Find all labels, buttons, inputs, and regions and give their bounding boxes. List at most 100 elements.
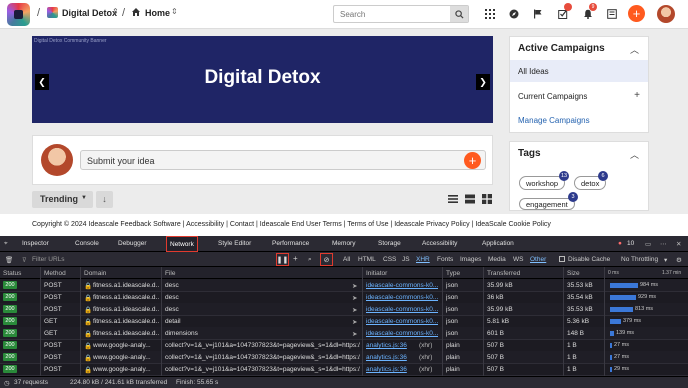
request-initiator[interactable]: analytics.js:36: [366, 366, 407, 373]
initiator-arrow-icon: ➤: [352, 319, 358, 326]
col-type[interactable]: Type: [446, 270, 460, 277]
request-initiator[interactable]: ideascale-commons-k0...: [366, 306, 438, 313]
add-request-icon[interactable]: +: [293, 254, 298, 263]
submit-idea-button[interactable]: +: [464, 152, 481, 169]
hero-title: Digital Detox: [204, 67, 321, 88]
tab-storage[interactable]: Storage: [378, 240, 401, 247]
tab-inspector[interactable]: Inspector: [22, 240, 49, 247]
filter-urls-input[interactable]: Filter URLs: [32, 256, 65, 263]
expand-plus-icon[interactable]: +: [634, 90, 640, 101]
tab-application[interactable]: Application: [482, 240, 514, 247]
lock-icon: 🔒: [84, 355, 93, 362]
home-link[interactable]: Home: [145, 8, 170, 18]
search-button[interactable]: [450, 6, 468, 22]
submit-idea-input[interactable]: Submit your idea +: [80, 150, 486, 170]
throttling-dropdown[interactable]: No Throttling: [621, 256, 658, 263]
filter-css[interactable]: CSS: [383, 256, 396, 263]
block-requests-button[interactable]: ⊘: [320, 253, 333, 266]
search-field[interactable]: [333, 5, 469, 23]
col-size[interactable]: Size: [567, 270, 580, 277]
element-picker-icon[interactable]: ⌖: [4, 240, 8, 248]
timeline-bar: [610, 367, 612, 372]
messages-icon[interactable]: [604, 6, 619, 21]
more-options-icon[interactable]: ⋯: [660, 240, 667, 248]
status-badge: 200: [3, 305, 17, 313]
carousel-prev-button[interactable]: ❮: [35, 74, 49, 90]
tasks-icon[interactable]: [555, 3, 572, 21]
campaign-manage-campaigns[interactable]: Manage Campaigns: [510, 109, 648, 131]
network-filter-bar: 🗑 ⊽ Filter URLs ❚❚ + ⌕ ⊘ All HTML CSS JS…: [0, 252, 688, 267]
filter-images[interactable]: Images: [460, 256, 481, 263]
campaign-all-ideas[interactable]: All Ideas: [510, 60, 648, 82]
filter-html[interactable]: HTML: [358, 256, 376, 263]
notifications-badge: 9: [589, 3, 597, 11]
grid-view-icon[interactable]: [482, 194, 492, 204]
chevron-up-icon[interactable]: ︿: [630, 148, 639, 161]
pause-button[interactable]: ❚❚: [276, 253, 289, 266]
request-row[interactable]: 200 POST 🔒 www.google-analy... collect?v=1&_…: [0, 363, 688, 376]
request-initiator[interactable]: ideascale-commons-k0...: [366, 294, 438, 301]
search-requests-icon[interactable]: ⌕: [308, 256, 312, 264]
campaign-current-campaigns[interactable]: Current Campaigns: [510, 85, 648, 107]
request-initiator[interactable]: analytics.js:36: [366, 342, 407, 349]
tag-label: workshop: [526, 179, 559, 188]
filter-fonts[interactable]: Fonts: [437, 256, 453, 263]
col-method[interactable]: Method: [44, 270, 66, 277]
sort-direction-button[interactable]: ↓: [96, 191, 113, 208]
apps-grid-icon[interactable]: [482, 6, 497, 21]
filter-ws[interactable]: WS: [513, 256, 523, 263]
close-devtools-icon[interactable]: ✕: [676, 240, 681, 248]
settings-gear-icon[interactable]: ⚙: [676, 256, 682, 264]
col-status[interactable]: Status: [3, 270, 21, 277]
carousel-next-button[interactable]: ❯: [476, 74, 490, 90]
filter-xhr[interactable]: XHR: [416, 256, 430, 263]
trash-icon[interactable]: 🗑: [5, 256, 13, 264]
tab-network[interactable]: Network: [166, 236, 198, 252]
filter-media[interactable]: Media: [488, 256, 506, 263]
filter-js[interactable]: JS: [402, 256, 410, 263]
request-size: 35.53 kB: [567, 306, 593, 313]
sort-dropdown[interactable]: Trending ▼: [32, 191, 93, 208]
community-switch-icon[interactable]: ⇕: [112, 7, 119, 16]
chevron-up-icon[interactable]: ︿: [630, 43, 639, 56]
page-footer: Copyright © 2024 Ideascale Feedback Soft…: [0, 214, 688, 236]
flag-icon[interactable]: [530, 6, 545, 21]
col-domain[interactable]: Domain: [84, 270, 106, 277]
error-icon[interactable]: ●: [618, 240, 622, 247]
list-view-icon[interactable]: [448, 194, 458, 204]
tab-style-editor[interactable]: Style Editor: [218, 240, 251, 247]
ideascale-logo[interactable]: [7, 3, 30, 26]
error-count[interactable]: 10: [627, 240, 634, 247]
home-switch-icon[interactable]: ⇕: [171, 7, 178, 16]
request-initiator[interactable]: ideascale-commons-k0...: [366, 330, 438, 337]
filter-all[interactable]: All: [343, 256, 350, 263]
request-transferred: 36 kB: [487, 294, 504, 301]
tab-memory[interactable]: Memory: [332, 240, 355, 247]
dock-icon[interactable]: ▭: [645, 240, 651, 248]
tab-performance[interactable]: Performance: [272, 240, 309, 247]
timeline-bar: [610, 331, 614, 336]
tag-engagement[interactable]: engagement: [519, 198, 575, 210]
request-initiator[interactable]: ideascale-commons-k0...: [366, 318, 438, 325]
request-initiator[interactable]: ideascale-commons-k0...: [366, 282, 438, 289]
tag-workshop[interactable]: workshop: [519, 176, 566, 190]
timeline-bar: [610, 307, 633, 312]
tab-accessibility[interactable]: Accessibility: [422, 240, 457, 247]
tab-console[interactable]: Console: [75, 240, 99, 247]
col-file[interactable]: File: [165, 270, 175, 277]
community-name[interactable]: Digital Detox: [62, 8, 117, 18]
compact-view-icon[interactable]: [465, 194, 475, 204]
active-campaigns-panel: Active Campaigns ︿ All Ideas Current Cam…: [509, 36, 649, 133]
disable-cache-checkbox[interactable]: [559, 256, 565, 262]
user-avatar[interactable]: [657, 5, 675, 23]
create-new-button[interactable]: +: [628, 5, 645, 22]
search-input[interactable]: [334, 6, 444, 22]
compass-icon[interactable]: [506, 6, 521, 21]
notifications-bell-icon[interactable]: 9: [580, 3, 597, 21]
request-domain: www.google-analy...: [93, 354, 151, 361]
col-initiator[interactable]: Initiator: [366, 270, 387, 277]
request-initiator[interactable]: analytics.js:36: [366, 354, 407, 361]
tab-debugger[interactable]: Debugger: [118, 240, 147, 247]
filter-other[interactable]: Other: [530, 256, 546, 263]
col-transferred[interactable]: Transferred: [487, 270, 520, 277]
